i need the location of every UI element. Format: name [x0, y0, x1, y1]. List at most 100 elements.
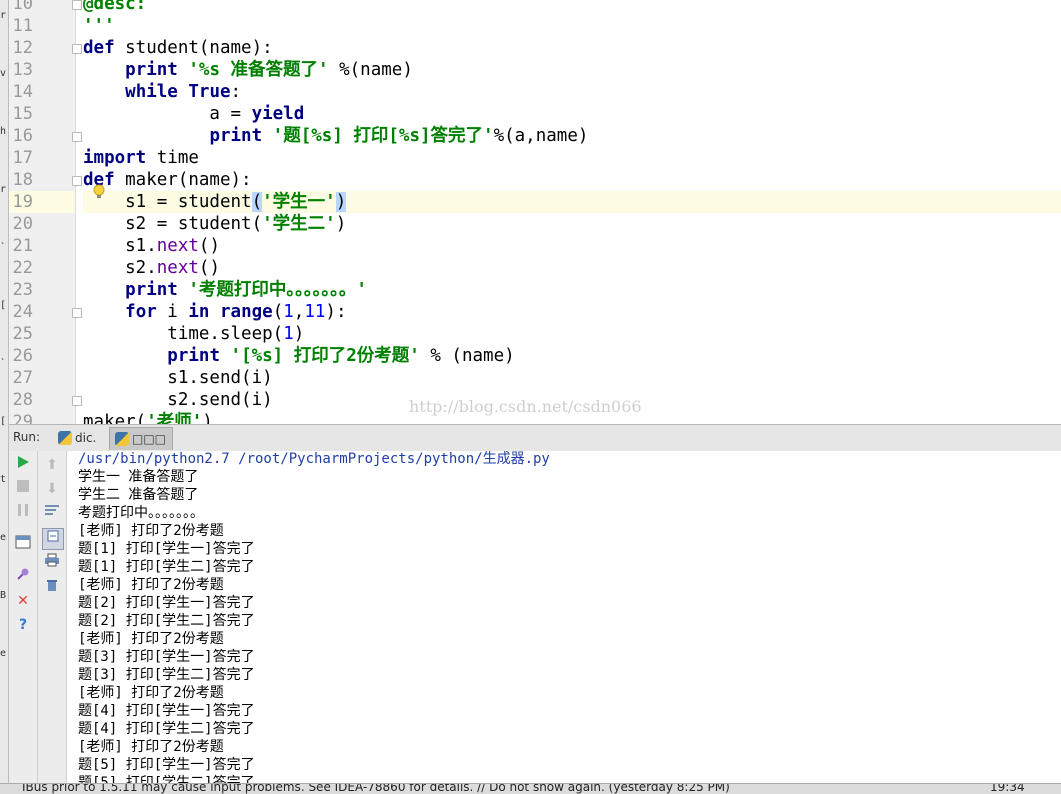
- adjacent-window-fragment: B: [0, 590, 7, 601]
- soft-wrap-icon[interactable]: [42, 503, 62, 523]
- adjacent-window-fragment: t: [0, 474, 7, 485]
- console-output-line: [老师] 打印了2份考题: [78, 523, 224, 539]
- fold-marker-icon[interactable]: [72, 176, 82, 186]
- run-console[interactable]: /usr/bin/python2.7 /root/PycharmProjects…: [67, 451, 1061, 783]
- code-line[interactable]: s2 = student('学生二'): [83, 213, 1061, 235]
- console-output-line: 题[3] 打印[学生二]答完了: [78, 667, 255, 683]
- adjacent-window-fragment: `: [0, 242, 7, 253]
- adjacent-window-fragment: r: [0, 184, 7, 195]
- line-number: 12: [12, 38, 33, 58]
- code-line[interactable]: def maker(name):: [83, 169, 1061, 191]
- line-number: 23: [12, 280, 33, 300]
- caret-position[interactable]: 19:34: [990, 784, 1025, 794]
- line-number: 28: [12, 390, 33, 410]
- line-number: 24: [12, 302, 33, 322]
- run-label: Run:: [13, 430, 41, 444]
- code-area[interactable]: @desc: ''' def student(name): print '%s 准备…: [83, 0, 1061, 424]
- console-output-line: 学生二 准备答题了: [78, 487, 199, 503]
- code-line[interactable]: while True:: [83, 81, 1061, 103]
- rerun-icon[interactable]: [13, 455, 33, 475]
- trash-icon[interactable]: [42, 578, 62, 598]
- code-line[interactable]: print '考题打印中。。。。。。。': [83, 279, 1061, 301]
- code-line[interactable]: def student(name):: [83, 37, 1061, 59]
- status-message[interactable]: IBus prior to 1.5.11 may cause input pro…: [22, 784, 730, 794]
- run-tab-dic[interactable]: dic.: [53, 427, 102, 449]
- fold-marker-icon[interactable]: [72, 0, 82, 10]
- console-output-line: 题[1] 打印[学生一]答完了: [78, 541, 255, 557]
- fold-marker-icon[interactable]: [72, 132, 82, 142]
- pin-icon[interactable]: [13, 567, 33, 587]
- console-output-line: [老师] 打印了2份考题: [78, 739, 224, 755]
- console-output-line: 考题打印中。。。。。。。: [78, 505, 204, 521]
- help-icon[interactable]: ?: [13, 615, 33, 635]
- code-line[interactable]: print '%s 准备答题了' %(name): [83, 59, 1061, 81]
- code-line[interactable]: print '题[%s] 打印[%s]答完了'%(a,name): [83, 125, 1061, 147]
- stop-icon[interactable]: [13, 479, 33, 499]
- console-output-line: 题[3] 打印[学生一]答完了: [78, 649, 255, 665]
- line-number: 10: [12, 0, 33, 14]
- code-line[interactable]: @desc:: [83, 0, 1061, 15]
- console-output-line: [老师] 打印了2份考题: [78, 685, 224, 701]
- line-number: 13: [12, 60, 33, 80]
- line-number: 19: [12, 192, 33, 212]
- arrow-down-icon[interactable]: ⬇: [42, 479, 62, 499]
- console-output-line: 题[4] 打印[学生一]答完了: [78, 703, 255, 719]
- console-output-line: 题[5] 打印[学生二]答完了: [78, 775, 255, 783]
- console-output-line: 题[1] 打印[学生二]答完了: [78, 559, 255, 575]
- console-output-line: [老师] 打印了2份考题: [78, 631, 224, 647]
- console-output-line: [老师] 打印了2份考题: [78, 577, 224, 593]
- run-tab-label: □□□: [132, 432, 167, 446]
- line-number: 27: [12, 368, 33, 388]
- scroll-to-end-icon[interactable]: [42, 528, 64, 550]
- layout-icon[interactable]: [13, 535, 33, 555]
- code-line[interactable]: for i in range(1,11):: [83, 301, 1061, 323]
- line-number: 20: [12, 214, 33, 234]
- adjacent-window-fragment: `: [0, 358, 7, 369]
- line-number: 16: [12, 126, 33, 146]
- intention-bulb-icon[interactable]: [93, 184, 105, 200]
- adjacent-window-fragment: [: [0, 300, 7, 311]
- print-icon[interactable]: [42, 553, 62, 573]
- code-line[interactable]: a = yield: [83, 103, 1061, 125]
- console-output-line: 题[5] 打印[学生一]答完了: [78, 757, 255, 773]
- adjacent-window-strip: r v h r ` [` [t e Be: [0, 0, 9, 793]
- code-line[interactable]: import time: [83, 147, 1061, 169]
- fold-marker-icon[interactable]: [72, 308, 82, 318]
- line-number: 21: [12, 236, 33, 256]
- fold-marker-icon[interactable]: [72, 396, 82, 406]
- line-number: 25: [12, 324, 33, 344]
- console-output-line: 学生一 准备答题了: [78, 469, 199, 485]
- console-command-line: /usr/bin/python2.7 /root/PycharmProjects…: [78, 451, 550, 467]
- python-icon: [58, 431, 72, 445]
- fold-marker-icon[interactable]: [72, 44, 82, 54]
- python-icon: [115, 432, 129, 446]
- status-bar: IBus prior to 1.5.11 may cause input pro…: [0, 783, 1061, 794]
- line-number: 18: [12, 170, 33, 190]
- line-number: 15: [12, 104, 33, 124]
- code-line[interactable]: print '[%s] 打印了2份考题' % (name): [83, 345, 1061, 367]
- adjacent-window-fragment: e: [0, 532, 7, 543]
- line-number: 17: [12, 148, 33, 168]
- console-output-line: 题[2] 打印[学生一]答完了: [78, 595, 255, 611]
- code-line[interactable]: ''': [83, 15, 1061, 37]
- code-line[interactable]: time.sleep(1): [83, 323, 1061, 345]
- arrow-up-icon[interactable]: ⬆: [42, 455, 62, 475]
- code-line-current[interactable]: s1 = student('学生一'): [83, 191, 1061, 213]
- console-toolbar: ⬆ ⬇: [38, 451, 67, 783]
- line-number-gutter: 10 11 12 13 14 15 16 17 18 19 20 21 22 23 24 25 26 27 28 29: [9, 0, 82, 424]
- line-number: 11: [12, 16, 33, 36]
- adjacent-window-fragment: [: [0, 416, 7, 427]
- code-line[interactable]: s1.next(): [83, 235, 1061, 257]
- line-number: 22: [12, 258, 33, 278]
- code-line[interactable]: s2.next(): [83, 257, 1061, 279]
- adjacent-window-fragment: v: [0, 68, 7, 79]
- run-actions-toolbar: ✕ ?: [9, 451, 38, 783]
- line-number: 29: [12, 412, 33, 424]
- code-line[interactable]: s1.send(i): [83, 367, 1061, 389]
- pause-icon[interactable]: [13, 503, 33, 523]
- adjacent-window-fragment: e: [0, 648, 7, 659]
- close-icon[interactable]: ✕: [13, 591, 33, 611]
- code-editor[interactable]: 10 11 12 13 14 15 16 17 18 19 20 21 22 23 24 25 26 27 28 29…: [9, 0, 1061, 424]
- adjacent-window-fragment: h: [0, 126, 7, 137]
- run-tab-active[interactable]: □□□: [109, 427, 174, 450]
